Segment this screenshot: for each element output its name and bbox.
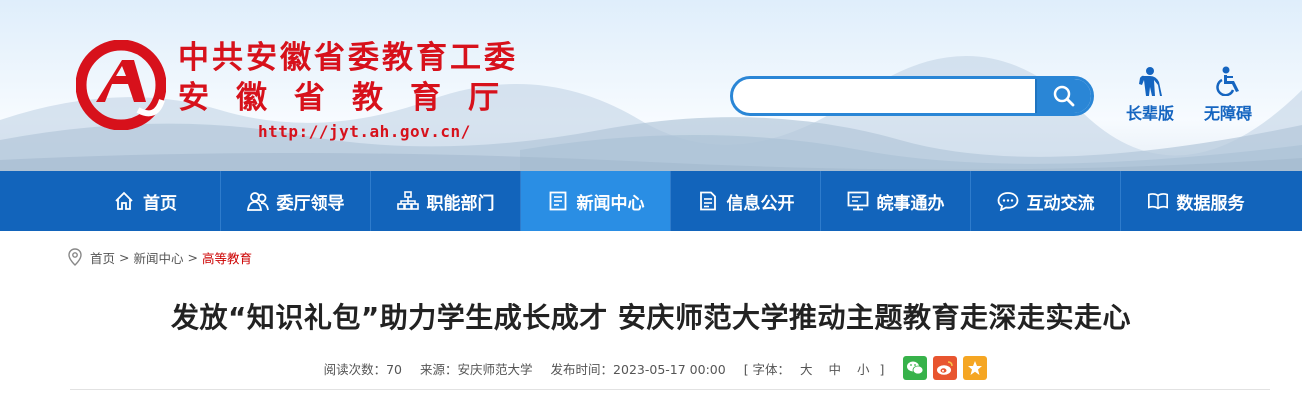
share-wechat-button[interactable]	[903, 356, 928, 380]
nav-item-label: 首页	[143, 193, 177, 214]
people-icon	[246, 190, 269, 212]
search-input[interactable]	[733, 79, 1039, 113]
nav-item-data-service[interactable]: 数据服务	[1120, 171, 1270, 231]
wechat-icon	[907, 361, 924, 375]
nav-item-label: 信息公开	[726, 193, 795, 214]
search-button[interactable]	[1035, 79, 1091, 113]
nav-item-services[interactable]: 皖事通办	[820, 171, 970, 231]
breadcrumb-current[interactable]: 高等教育	[202, 248, 252, 267]
nav-item-disclosure[interactable]: 信息公开	[670, 171, 820, 231]
publish-time-label: 发布时间：	[550, 361, 614, 377]
font-size-close: ]	[879, 361, 885, 377]
logo-emblem	[75, 39, 167, 131]
publish-time: 发布时间：2023-05-17 00:00	[551, 359, 726, 378]
nav-item-home[interactable]: 首页	[70, 171, 220, 231]
breadcrumb-news-center[interactable]: 新闻中心	[134, 248, 184, 267]
article-title: 发放“知识礼包”助力学生成长成才 安庆师范大学推动主题教育走深走实走心	[170, 301, 1132, 334]
header-banner: 中共安徽省委教育工委 安徽省教育厅 http://jyt.ah.gov.cn/ …	[0, 0, 1302, 171]
accessibility-button[interactable]: 无障碍	[1204, 66, 1252, 124]
elder-version-label: 长辈版	[1126, 104, 1175, 123]
home-icon	[113, 190, 135, 212]
nav-item-leaders[interactable]: 委厅领导	[220, 171, 370, 231]
site-title-line2: 安徽省教育厅	[178, 80, 526, 116]
nav-item-departments[interactable]: 职能部门	[370, 171, 520, 231]
nav-item-label: 委厅领导	[276, 193, 345, 214]
view-count-label: 阅读次数：	[323, 361, 387, 377]
font-size-small[interactable]: 小	[857, 362, 870, 377]
site-title-line1: 中共安徽省委教育工委	[178, 40, 518, 76]
article-meta: 阅读次数：70 来源：安庆师范大学 发布时间：2023-05-17 00:00 …	[0, 356, 1302, 380]
content-divider	[70, 389, 1270, 390]
breadcrumb: 首页 > 新闻中心 > 高等教育	[68, 246, 252, 268]
site-url: http://jyt.ah.gov.cn/	[258, 122, 471, 141]
nav-item-label: 新闻中心	[576, 193, 645, 214]
breadcrumb-home[interactable]: 首页	[90, 248, 115, 267]
elder-version-button[interactable]: 长辈版	[1126, 66, 1174, 124]
font-size-label: [ 字体：	[743, 361, 791, 377]
source-label: 来源：	[420, 361, 458, 377]
accessibility-label: 无障碍	[1204, 104, 1253, 123]
site-title: 中共安徽省委教育工委 安徽省教育厅	[178, 38, 526, 118]
breadcrumb-separator: >	[187, 249, 198, 265]
monitor-icon	[847, 190, 869, 212]
font-size-switcher: [ 字体： 大 中 小 ]	[744, 359, 885, 378]
nav-item-label: 皖事通办	[876, 193, 945, 214]
nav-item-news[interactable]: 新闻中心	[520, 171, 670, 231]
nav-item-label: 数据服务	[1176, 193, 1245, 214]
org-chart-icon	[396, 190, 419, 212]
star-icon	[968, 361, 983, 375]
article-source: 来源：安庆师范大学	[420, 359, 533, 378]
breadcrumb-separator: >	[119, 249, 130, 265]
location-pin-icon	[68, 248, 82, 266]
search-box	[730, 76, 1094, 116]
share-favorite-button[interactable]	[963, 356, 988, 380]
nav-item-interaction[interactable]: 互动交流	[970, 171, 1120, 231]
weibo-icon	[937, 361, 954, 375]
view-count-value: 70	[386, 361, 402, 377]
source-value: 安庆师范大学	[457, 361, 533, 377]
news-icon	[547, 190, 569, 212]
book-icon	[1147, 190, 1169, 212]
search-icon	[1053, 85, 1075, 107]
publish-time-value: 2023-05-17 00:00	[613, 361, 726, 377]
nav-item-label: 职能部门	[426, 193, 495, 214]
chat-icon	[997, 190, 1019, 212]
document-icon	[697, 190, 719, 212]
font-size-medium[interactable]: 中	[829, 362, 842, 377]
wheelchair-icon	[1216, 66, 1239, 96]
share-weibo-button[interactable]	[933, 356, 958, 380]
share-buttons	[897, 356, 988, 380]
view-count: 阅读次数：70	[324, 359, 402, 378]
font-size-large[interactable]: 大	[800, 362, 813, 377]
main-nav: 首页 委厅领导 职能部门 新闻中心 信息公开 皖事通办 互动交流 数据服务	[0, 171, 1302, 231]
elder-icon	[1139, 67, 1162, 96]
nav-item-label: 互动交流	[1026, 193, 1095, 214]
